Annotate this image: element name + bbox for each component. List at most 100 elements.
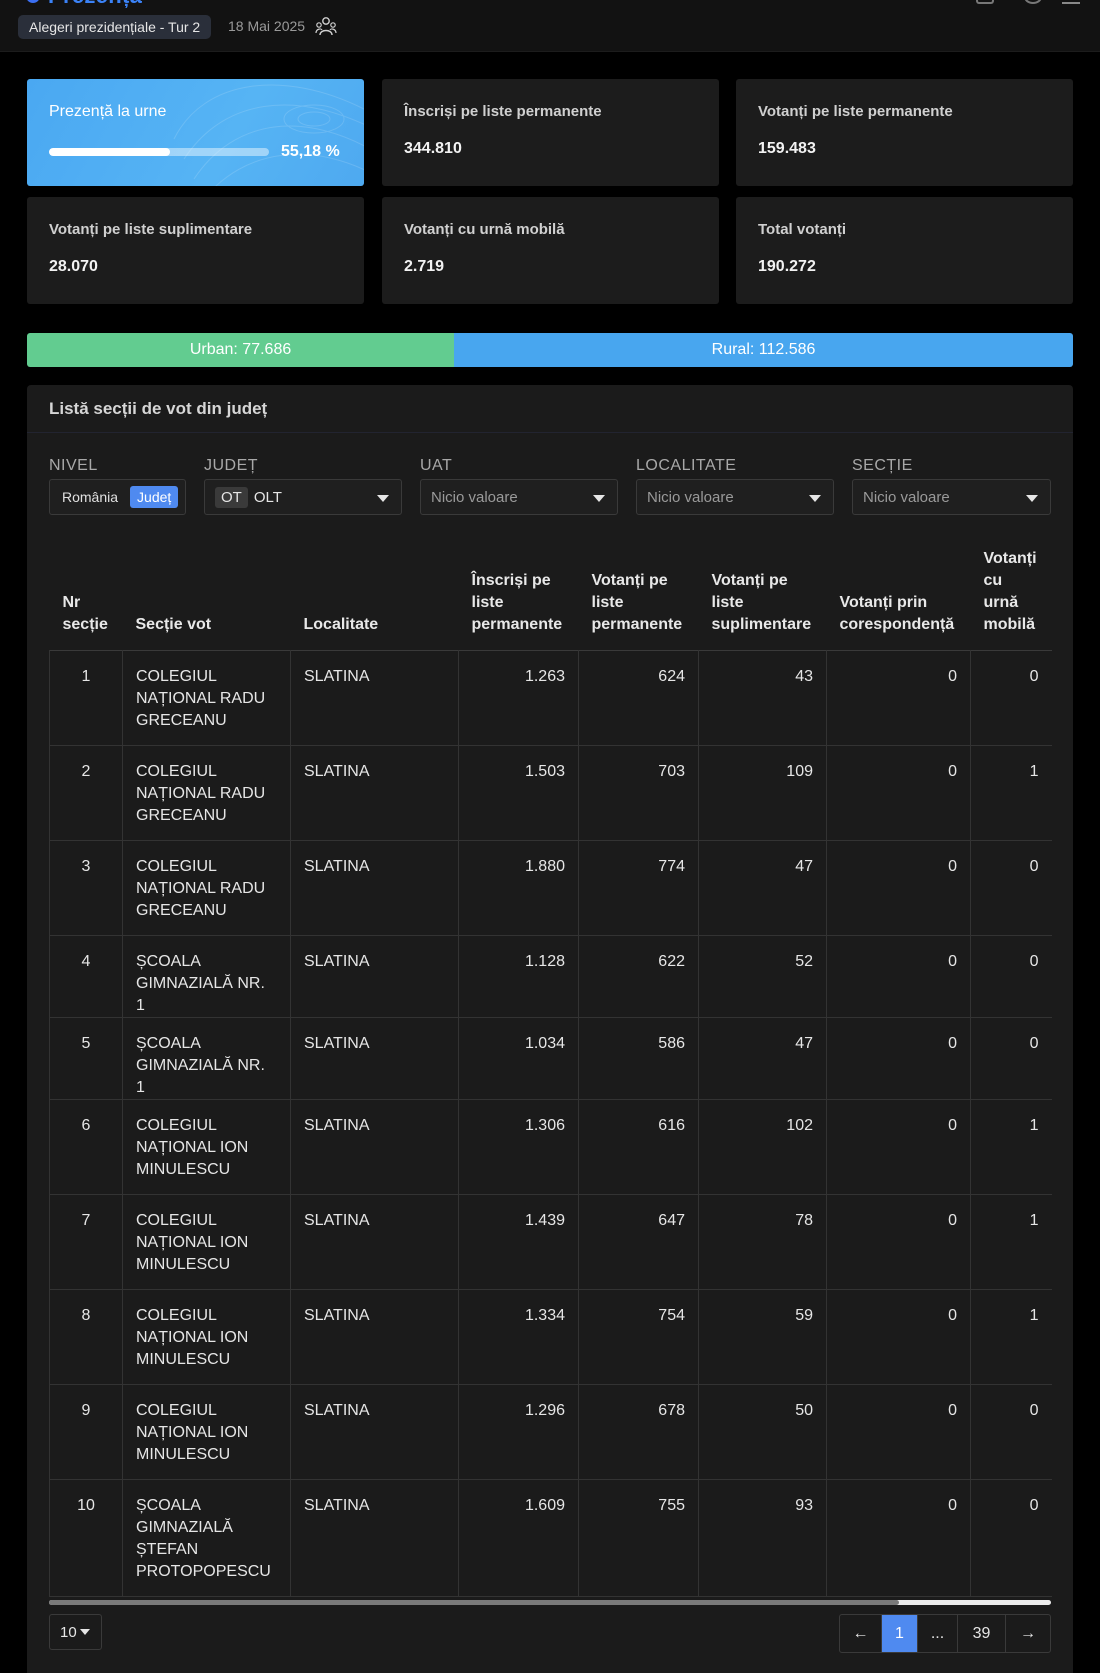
column-header-corespondenta[interactable]: Votanți prin corespondență xyxy=(827,537,971,650)
nivel-option-romania[interactable]: România xyxy=(62,489,118,505)
filter-label: NIVEL xyxy=(49,457,98,474)
table-row[interactable]: 5 ȘCOALA GIMNAZIALĂ NR. 1 SLATINA 1.034 586 4… xyxy=(49,1017,1052,1100)
filter-label: JUDEȚ xyxy=(204,457,259,474)
table-cell: 0 xyxy=(826,745,971,841)
table-cell: 59 xyxy=(698,1289,827,1385)
table-cell: 1 xyxy=(970,1289,1052,1385)
table-cell: 1 xyxy=(970,745,1052,841)
horizontal-scrollbar[interactable] xyxy=(49,1600,1051,1605)
sectie-select[interactable]: Nicio valoare xyxy=(852,479,1051,515)
table-cell: COLEGIUL NAȚIONAL ION MINULESCU xyxy=(122,1384,291,1480)
table-cell: 586 xyxy=(578,1017,699,1100)
chevron-down-icon xyxy=(593,495,605,502)
table-row[interactable]: 6 COLEGIUL NAȚIONAL ION MINULESCU SLATINA 1… xyxy=(49,1099,1052,1195)
column-header-urna-mobila[interactable]: Votanți cu urnă mobilă xyxy=(971,537,1052,650)
table-cell: 47 xyxy=(698,1017,827,1100)
next-page-button[interactable]: → xyxy=(1006,1615,1050,1652)
table-cell: 0 xyxy=(970,1017,1052,1100)
table-cell: SLATINA xyxy=(290,1289,459,1385)
column-header-votanti-suplimentare[interactable]: Votanți pe liste suplimentare xyxy=(699,537,827,650)
table-cell: COLEGIUL NAȚIONAL ION MINULESCU xyxy=(122,1289,291,1385)
scrollbar-track xyxy=(49,1600,899,1605)
settings-icon[interactable] xyxy=(1024,0,1042,4)
table-row[interactable]: 10 ȘCOALA GIMNAZIALĂ ȘTEFAN PROTOPOPESCU S… xyxy=(49,1479,1052,1597)
prev-page-button[interactable]: ← xyxy=(840,1615,882,1652)
sections-table-wrap[interactable]: Nr secție Secție vot Localitate Înscriși… xyxy=(49,537,1052,1597)
table-cell: 1 xyxy=(970,1194,1052,1290)
header-actions xyxy=(976,0,1100,4)
page-button-last[interactable]: 39 xyxy=(958,1615,1006,1652)
stat-value: 2.719 xyxy=(404,258,445,275)
chevron-down-icon xyxy=(809,495,821,502)
column-header-localitate[interactable]: Localitate xyxy=(291,537,459,650)
election-date: 18 Mai 2025 xyxy=(228,18,306,34)
table-cell: 10 xyxy=(49,1479,123,1597)
menu-icon[interactable] xyxy=(1062,0,1080,4)
stat-card-votanti-permanente: Votanți pe liste permanente 159.483 xyxy=(736,79,1073,186)
table-row[interactable]: 3 COLEGIUL NAȚIONAL RADU GRECEANU SLATINA 1… xyxy=(49,840,1052,936)
filter-nivel: NIVEL România Județ xyxy=(49,457,186,515)
table-cell: ȘCOALA GIMNAZIALĂ NR. 1 xyxy=(122,935,291,1018)
page-size-select[interactable]: 10 xyxy=(49,1614,102,1650)
table-row[interactable]: 2 COLEGIUL NAȚIONAL RADU GRECEANU SLATINA 1… xyxy=(49,745,1052,841)
table-cell: 0 xyxy=(970,935,1052,1018)
fullscreen-icon[interactable] xyxy=(976,0,994,4)
table-cell: 50 xyxy=(698,1384,827,1480)
table-cell: 1.439 xyxy=(458,1194,579,1290)
table-cell: SLATINA xyxy=(290,1017,459,1100)
stat-label: Înscriși pe liste permanente xyxy=(404,103,602,120)
page-ellipsis: ... xyxy=(918,1615,958,1652)
election-badge[interactable]: Alegeri prezidențiale - Tur 2 xyxy=(18,15,212,39)
column-header-nr[interactable]: Nr secție xyxy=(50,537,123,650)
table-cell: 1.880 xyxy=(458,840,579,936)
localitate-select[interactable]: Nicio valoare xyxy=(636,479,834,515)
table-cell: 1 xyxy=(970,1099,1052,1195)
table-row[interactable]: 1 COLEGIUL NAȚIONAL RADU GRECEANU SLATINA 1… xyxy=(49,650,1052,746)
table-cell: SLATINA xyxy=(290,1384,459,1480)
table-cell: 755 xyxy=(578,1479,699,1597)
table-cell: 1.034 xyxy=(458,1017,579,1100)
contour-pattern xyxy=(173,84,364,186)
table-row[interactable]: 9 COLEGIUL NAȚIONAL ION MINULESCU SLATINA 1… xyxy=(49,1384,1052,1480)
stat-value: 159.483 xyxy=(758,140,816,157)
table-header-row: Nr secție Secție vot Localitate Înscriși… xyxy=(49,537,1052,650)
table-cell: 0 xyxy=(826,1479,971,1597)
table-cell: 7 xyxy=(49,1194,123,1290)
uat-select[interactable]: Nicio valoare xyxy=(420,479,618,515)
table-cell: 0 xyxy=(970,650,1052,746)
table-cell: SLATINA xyxy=(290,650,459,746)
app-logo-text: Prezență xyxy=(48,0,142,9)
table-cell: 1.306 xyxy=(458,1099,579,1195)
table-cell: ȘCOALA GIMNAZIALĂ ȘTEFAN PROTOPOPESCU xyxy=(122,1479,291,1597)
table-cell: SLATINA xyxy=(290,1194,459,1290)
table-row[interactable]: 4 ȘCOALA GIMNAZIALĂ NR. 1 SLATINA 1.128 622 5… xyxy=(49,935,1052,1018)
table-cell: 647 xyxy=(578,1194,699,1290)
stat-card-total-votanti: Total votanți 190.272 xyxy=(736,197,1073,304)
stat-value: 190.272 xyxy=(758,258,816,275)
localitate-placeholder: Nicio valoare xyxy=(647,488,734,506)
table-cell: 1.334 xyxy=(458,1289,579,1385)
table-cell: SLATINA xyxy=(290,935,459,1018)
nivel-toggle: România Județ xyxy=(49,479,186,515)
stat-label: Votanți cu urnă mobilă xyxy=(404,221,565,238)
judet-select[interactable]: OT OLT xyxy=(204,479,402,515)
table-cell: 0 xyxy=(826,1099,971,1195)
pagination: ← 1 ... 39 → xyxy=(839,1614,1051,1653)
column-header-votanti-permanente[interactable]: Votanți pe liste permanente xyxy=(579,537,699,650)
chevron-down-icon xyxy=(79,1629,90,1635)
column-header-inscrisi[interactable]: Înscriși pe liste permanente xyxy=(459,537,579,650)
page-button-current[interactable]: 1 xyxy=(882,1615,918,1652)
column-header-sectie[interactable]: Secție vot xyxy=(123,537,291,650)
app-logo[interactable]: Prezență xyxy=(26,0,142,9)
people-icon[interactable] xyxy=(315,15,337,37)
filter-uat: UAT Nicio valoare xyxy=(420,457,618,515)
nivel-option-judet[interactable]: Județ xyxy=(130,486,179,508)
table-cell: 47 xyxy=(698,840,827,936)
table-cell: 1.296 xyxy=(458,1384,579,1480)
urban-segment: Urban: 77.686 xyxy=(27,333,455,367)
table-cell: 0 xyxy=(826,840,971,936)
table-row[interactable]: 7 COLEGIUL NAȚIONAL ION MINULESCU SLATINA 1… xyxy=(49,1194,1052,1290)
table-row[interactable]: 8 COLEGIUL NAȚIONAL ION MINULESCU SLATINA 1… xyxy=(49,1289,1052,1385)
turnout-card: Prezență la urne 55,18 % xyxy=(27,79,364,186)
page-size-value: 10 xyxy=(60,1623,77,1641)
